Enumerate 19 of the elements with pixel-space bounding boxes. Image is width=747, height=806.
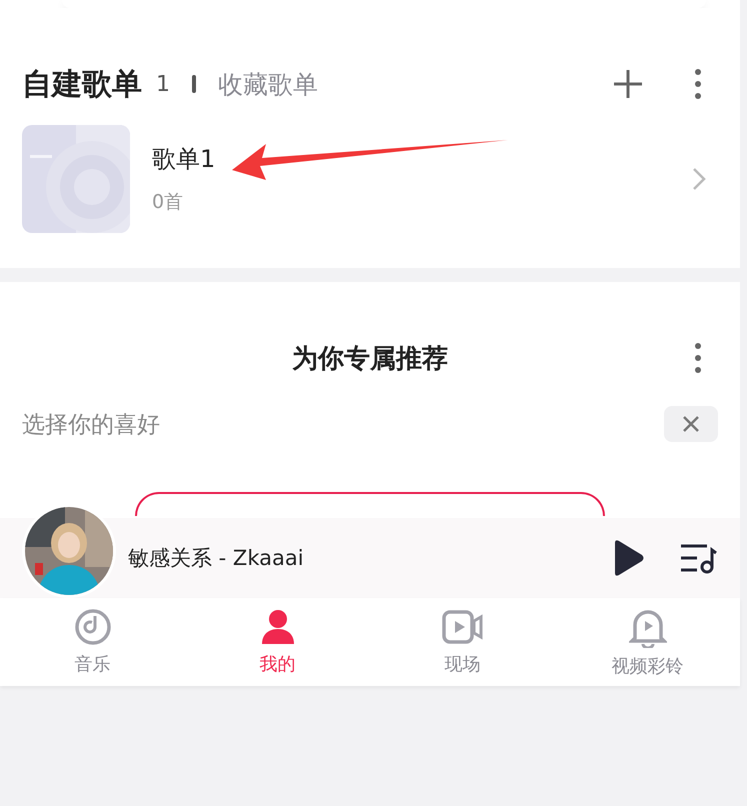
close-button[interactable]: [664, 406, 718, 442]
more-icon[interactable]: [695, 343, 701, 373]
bell-icon: [628, 608, 666, 648]
video-camera-icon: [442, 608, 484, 646]
playlist-tab[interactable]: 自建歌单: [22, 64, 142, 104]
nav-tab[interactable]: 音乐: [0, 598, 185, 686]
nav-tab[interactable]: 现场: [370, 598, 555, 686]
more-icon[interactable]: [695, 69, 701, 99]
preference-button[interactable]: [135, 492, 605, 516]
section-title: 为你专属推荐: [292, 342, 448, 376]
preference-prompt: 选择你的喜好: [22, 410, 160, 440]
playlist-title[interactable]: 歌单1: [152, 143, 670, 175]
disc-icon: [74, 608, 112, 646]
playlist-count: 1: [156, 72, 170, 96]
nav-tab[interactable]: 视频彩铃: [555, 598, 740, 686]
song-count: 0首: [152, 190, 184, 215]
playlist-tab[interactable]: 收藏歌单: [218, 68, 318, 100]
nav-tab[interactable]: 我的: [185, 598, 370, 686]
close-icon[interactable]: [682, 415, 700, 433]
